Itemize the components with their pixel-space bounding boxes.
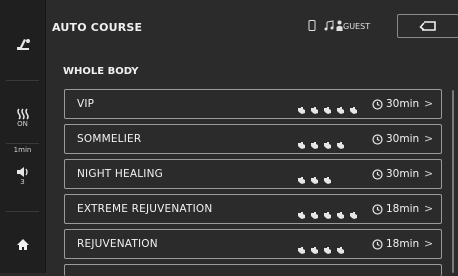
timer-toggle[interactable]: ON bbox=[0, 96, 45, 141]
list-item[interactable]: VIP 30min > bbox=[64, 89, 442, 119]
massage-hand-icon bbox=[297, 170, 306, 189]
massage-hand-icon bbox=[336, 240, 345, 259]
phone-icon[interactable] bbox=[308, 20, 316, 31]
chevron-right-icon: > bbox=[424, 167, 434, 180]
massage-hand-icon bbox=[297, 135, 306, 154]
massage-hand-icon bbox=[336, 135, 345, 154]
page-title: AUTO COURSE bbox=[52, 21, 143, 34]
massage-hand-icon bbox=[310, 205, 319, 224]
home-button[interactable] bbox=[0, 230, 45, 258]
chair-recline-icon bbox=[16, 39, 30, 50]
person-icon bbox=[336, 20, 343, 31]
guest-label: GUEST bbox=[343, 22, 371, 31]
heat-waves-icon bbox=[16, 108, 29, 120]
timer-icon bbox=[372, 204, 383, 215]
speaker-icon bbox=[16, 166, 28, 177]
list-item[interactable]: SOMMELIER 30min > bbox=[64, 124, 442, 154]
massage-hand-icon bbox=[336, 100, 345, 119]
massage-hand-icon bbox=[297, 205, 306, 224]
course-duration: 30min bbox=[386, 133, 420, 145]
sidebar: ON 1min 3 bbox=[0, 0, 46, 273]
massage-hand-icon bbox=[336, 205, 345, 224]
massage-hand-icon bbox=[310, 170, 319, 189]
list-item[interactable]: REJUVENATION 18min > bbox=[64, 229, 442, 259]
main-panel: AUTO COURSE GUEST WHOLE BODY VIP 30min >… bbox=[46, 0, 458, 276]
sidebar-divider bbox=[6, 80, 39, 81]
home-icon bbox=[16, 238, 29, 250]
timer-status: ON bbox=[17, 120, 28, 128]
course-label: REJUVENATION bbox=[77, 238, 158, 250]
scrollbar[interactable] bbox=[452, 90, 454, 273]
timer-value-block: 1min bbox=[0, 144, 45, 156]
course-duration: 30min bbox=[386, 98, 420, 110]
sidebar-divider bbox=[6, 211, 39, 212]
chevron-right-icon: > bbox=[424, 202, 434, 215]
course-label: EXTREME REJUVENATION bbox=[77, 203, 213, 215]
back-button[interactable] bbox=[397, 14, 458, 38]
section-title: WHOLE BODY bbox=[63, 66, 139, 77]
massage-hand-icon bbox=[349, 100, 358, 119]
timer-icon bbox=[372, 239, 383, 250]
list-item[interactable]: NIGHT HEALING 30min > bbox=[64, 159, 442, 189]
list-item-partial[interactable] bbox=[64, 264, 442, 276]
timer-icon bbox=[372, 169, 383, 180]
massage-hand-icon bbox=[323, 170, 332, 189]
chevron-right-icon: > bbox=[424, 237, 434, 250]
timer-icon bbox=[372, 99, 383, 110]
massage-hand-icon bbox=[310, 100, 319, 119]
massage-hand-icon bbox=[323, 205, 332, 224]
massage-hand-icon bbox=[323, 135, 332, 154]
massage-hand-icon bbox=[310, 240, 319, 259]
massage-hand-icon bbox=[349, 205, 358, 224]
massage-hand-icon bbox=[310, 135, 319, 154]
course-label: VIP bbox=[77, 98, 95, 110]
volume-value: 3 bbox=[20, 177, 25, 186]
recline-button[interactable] bbox=[0, 30, 45, 60]
course-label: SOMMELIER bbox=[77, 133, 142, 145]
course-duration: 18min bbox=[386, 203, 420, 215]
massage-hand-icon bbox=[297, 240, 306, 259]
back-arrow-icon bbox=[419, 21, 436, 31]
volume-button[interactable]: 3 bbox=[0, 160, 45, 192]
massage-hand-icon bbox=[297, 100, 306, 119]
massage-hand-icon bbox=[323, 100, 332, 119]
chevron-right-icon: > bbox=[424, 132, 434, 145]
course-label: NIGHT HEALING bbox=[77, 168, 163, 180]
music-note-icon[interactable] bbox=[324, 20, 334, 31]
course-duration: 18min bbox=[386, 238, 420, 250]
massage-hand-icon bbox=[323, 240, 332, 259]
chevron-right-icon: > bbox=[424, 97, 434, 110]
timer-icon bbox=[372, 134, 383, 145]
timer-value: 1min bbox=[13, 145, 32, 154]
course-duration: 30min bbox=[386, 168, 420, 180]
list-item[interactable]: EXTREME REJUVENATION 18min > bbox=[64, 194, 442, 224]
